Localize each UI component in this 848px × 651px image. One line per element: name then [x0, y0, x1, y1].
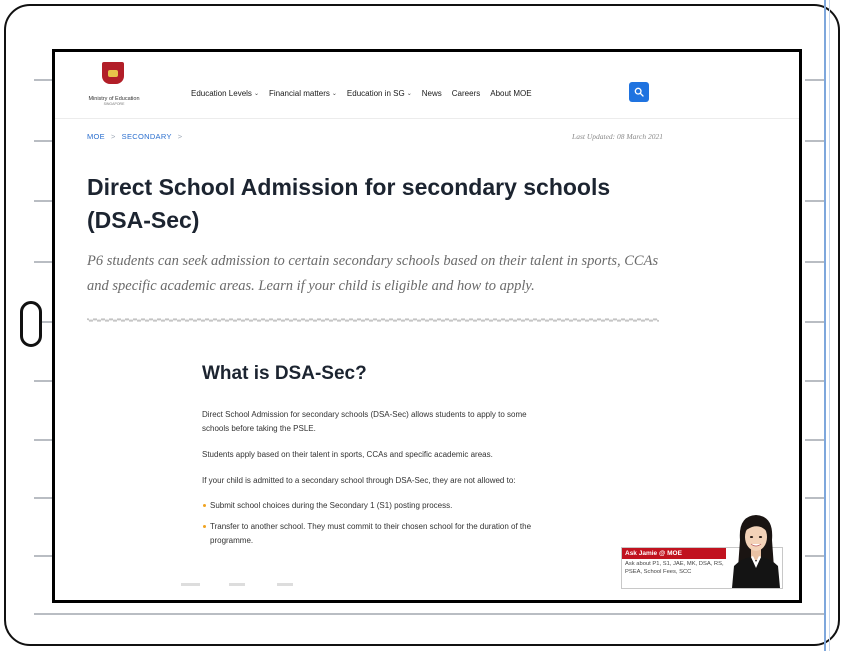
nav-item-careers[interactable]: Careers [452, 89, 480, 98]
list-item-text: Transfer to another school. They must co… [210, 522, 532, 545]
page-title: Direct School Admission for secondary sc… [87, 174, 611, 233]
nav-item-label: Financial matters [268, 89, 330, 98]
bullet-icon [203, 504, 206, 507]
last-updated: Last Updated: 08 March 2021 [572, 132, 663, 141]
section-paragraph: Students apply based on their talent in … [202, 450, 493, 459]
chevron-down-icon: ⌄ [331, 91, 337, 97]
breadcrumb-separator: > [110, 132, 116, 141]
notebook-line [805, 261, 825, 263]
bullet-icon [203, 525, 206, 528]
notebook-line [34, 439, 52, 441]
site-header: Ministry of Education SINGAPORE Educatio… [55, 52, 799, 119]
page-lead: P6 students can seek admission to certai… [87, 253, 659, 294]
notebook-line [805, 439, 825, 441]
chevron-down-icon: ⌄ [253, 91, 259, 97]
breadcrumb-item-secondary[interactable]: SECONDARY [122, 132, 172, 141]
breadcrumb-separator: > [177, 132, 183, 141]
list-item: Transfer to another school. They must co… [203, 520, 540, 548]
ask-jamie-widget[interactable]: Ask Jamie @ MOE Ask about P1, S1, JAE, M… [621, 515, 783, 589]
notebook-line [805, 321, 825, 323]
list-item: Submit school choices during the Seconda… [203, 499, 540, 513]
notebook-line [34, 380, 52, 382]
nav-item-label: About MOE [490, 89, 532, 98]
main-nav: Education Levels ⌄ Financial matters ⌄ Edu… [191, 89, 532, 98]
home-button[interactable] [20, 301, 42, 347]
moe-crest-icon[interactable] [102, 62, 124, 84]
nav-item-label: News [421, 89, 442, 98]
search-icon [634, 87, 644, 97]
notebook-line [805, 79, 825, 81]
nav-item-education-levels[interactable]: Education Levels ⌄ [191, 89, 259, 98]
margin-line [824, 0, 826, 651]
faded-text-fragment [181, 583, 341, 586]
breadcrumb: MOE > SECONDARY > [87, 132, 182, 141]
notebook-line [34, 140, 52, 142]
wavy-divider [87, 318, 659, 322]
nav-item-financial-matters[interactable]: Financial matters ⌄ [269, 89, 337, 98]
notebook-line [805, 555, 825, 557]
notebook-line [805, 140, 825, 142]
margin-line [829, 0, 830, 651]
nav-item-label: Careers [451, 89, 481, 98]
notebook-line [805, 380, 825, 382]
section-paragraph: If your child is admitted to a secondary… [202, 476, 516, 485]
search-button[interactable] [629, 82, 649, 102]
notebook-line [34, 497, 52, 499]
nav-item-about-moe[interactable]: About MOE [490, 89, 531, 98]
ask-jamie-text: Ask about P1, S1, JAE, MK, DSA, RS, PSEA… [625, 561, 724, 575]
notebook-line [34, 261, 52, 263]
assistant-avatar [732, 515, 780, 588]
notebook-line [805, 497, 825, 499]
nav-item-news[interactable]: News [422, 89, 442, 98]
browser-screen: Ministry of Education SINGAPORE Educatio… [52, 49, 802, 603]
nav-item-label: Education in SG [346, 89, 405, 98]
ask-jamie-title: Ask Jamie @ MOE [622, 548, 726, 559]
logo-subtext: SINGAPORE [103, 102, 125, 106]
nav-item-label: Education Levels [191, 89, 252, 98]
notebook-line [34, 555, 52, 557]
nav-item-education-in-sg[interactable]: Education in SG ⌄ [347, 89, 412, 98]
notebook-line [34, 200, 52, 202]
chevron-down-icon: ⌄ [406, 91, 412, 97]
section-paragraph: Direct School Admission for secondary sc… [202, 410, 527, 433]
notebook-line [805, 200, 825, 202]
list-item-text: Submit school choices during the Seconda… [210, 501, 453, 510]
notebook-line [34, 613, 824, 615]
notebook-line [34, 79, 52, 81]
section-title: What is DSA-Sec? [202, 363, 367, 384]
breadcrumb-item-moe[interactable]: MOE [87, 132, 105, 141]
